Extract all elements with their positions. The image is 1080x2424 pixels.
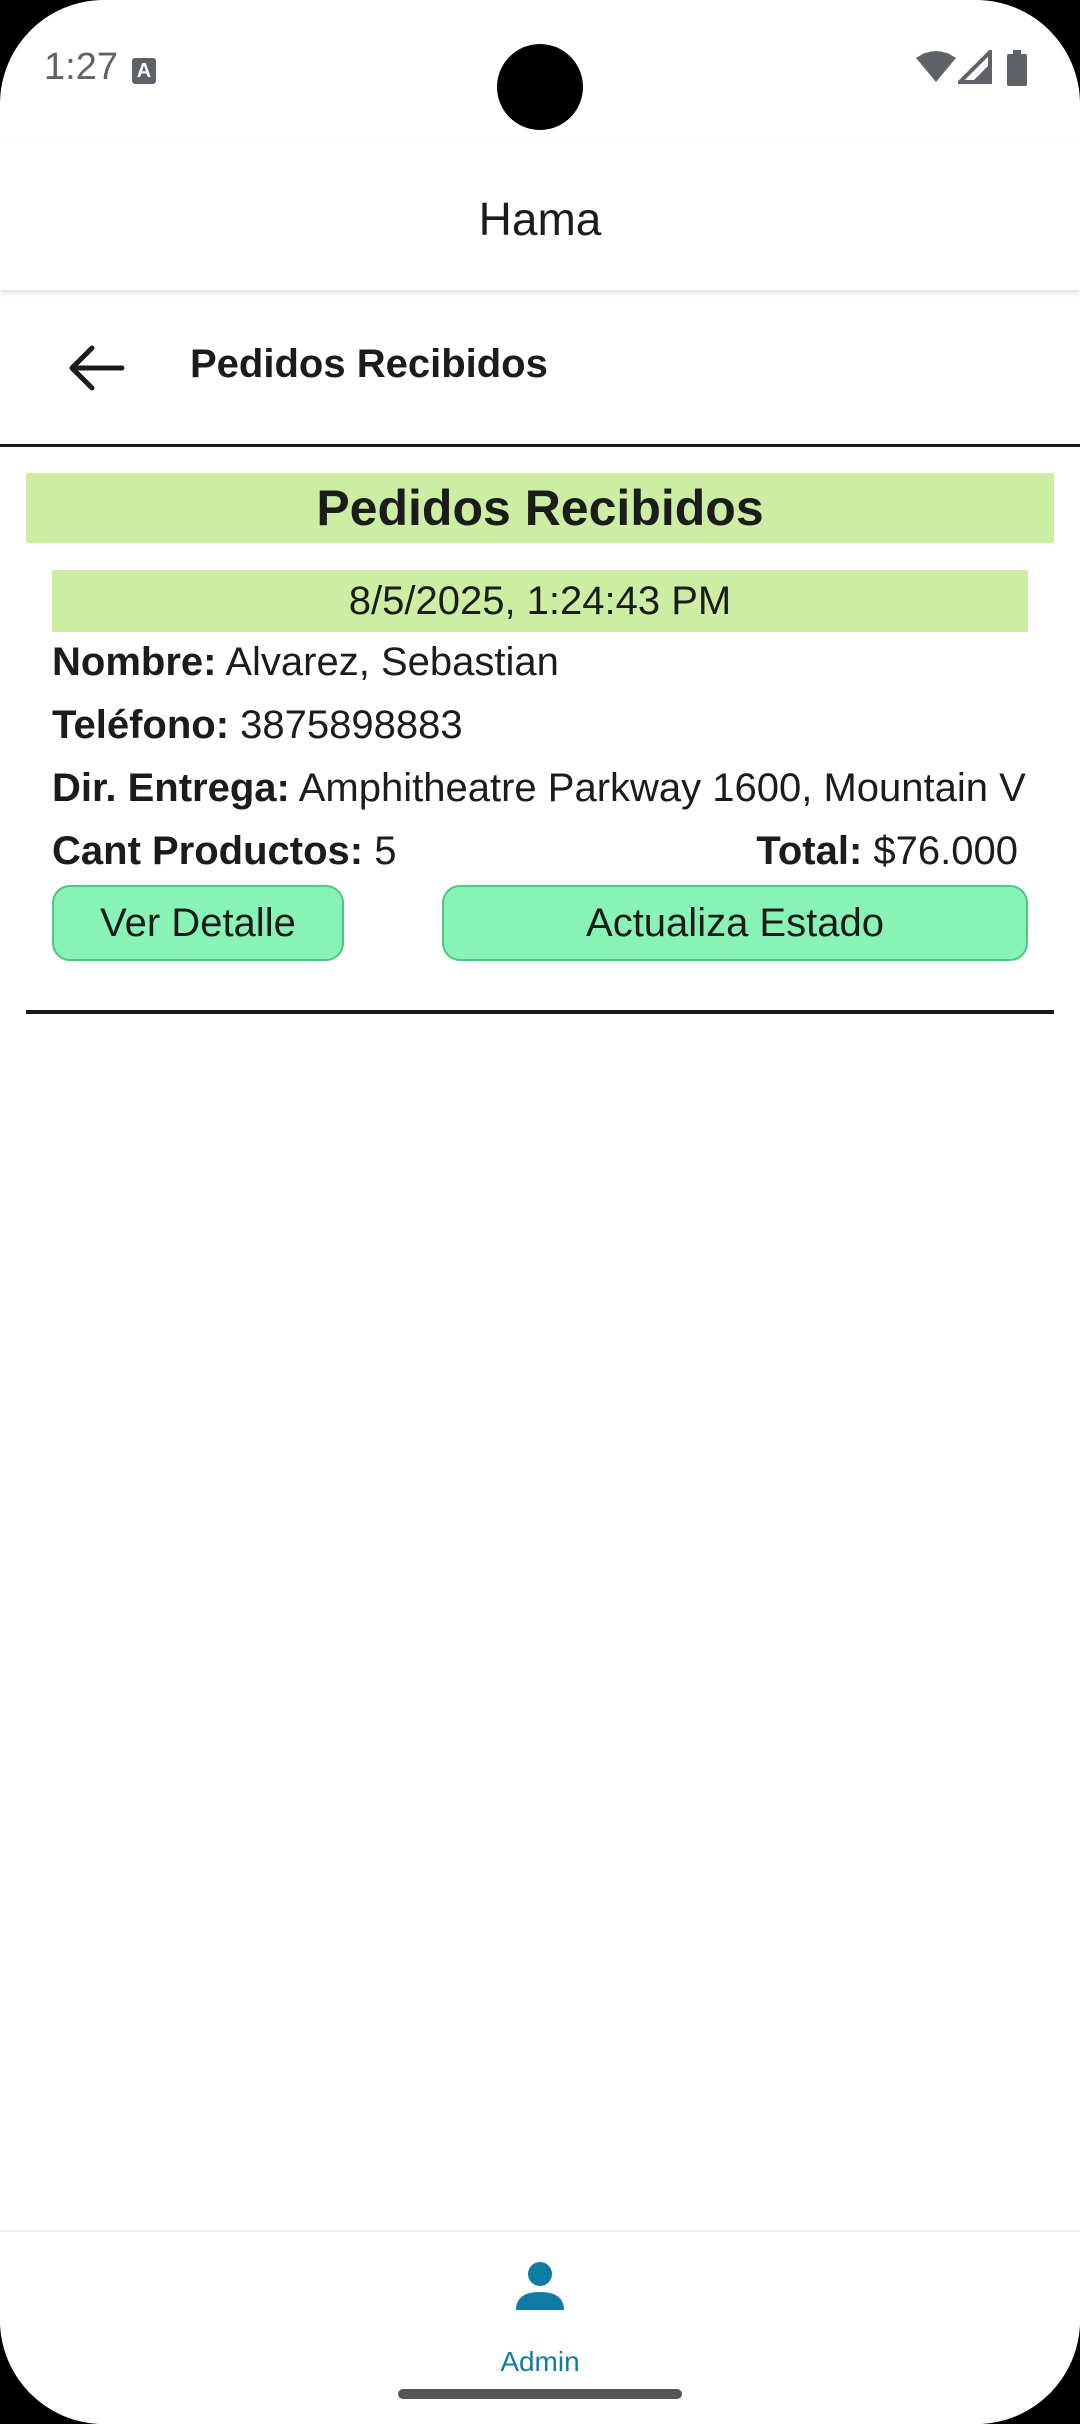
page-header: Pedidos Recibidos [0,292,1080,447]
page-title: Pedidos Recibidos [190,342,548,386]
nav-item-admin-label: Admin [500,2346,580,2377]
status-bar: 1:27 A [0,0,1080,140]
section-title: Pedidos Recibidos [26,473,1054,543]
cant-value: 5 [374,829,397,873]
direccion-value: Amphitheatre Parkway 1600, Mountain V [298,766,1026,810]
person-icon [516,2262,564,2310]
direccion-label: Dir. Entrega: [52,766,290,810]
back-button[interactable] [56,336,132,400]
status-icons [916,50,1036,90]
nombre-label: Nombre: [52,640,217,684]
cant-label: Cant Productos: [52,829,364,873]
nombre-value: Alvarez, Sebastian [225,640,559,684]
telefono-value: 3875898883 [240,703,463,747]
nav-item-admin[interactable]: Admin [470,2254,610,2377]
status-time: 1:27 [44,46,118,88]
telefono-label: Teléfono: [52,703,230,747]
total-label: Total: [756,829,863,873]
order-divider [26,1010,1054,1014]
camera-cutout [497,44,583,130]
signal-icon [958,50,992,84]
order-total: Total: $76.000 [756,829,1018,874]
actualiza-estado-button[interactable]: Actualiza Estado [442,885,1028,961]
app-title-bar: Hama [0,140,1080,290]
order-date: 8/5/2025, 1:24:43 PM [52,570,1028,632]
ver-detalle-button[interactable]: Ver Detalle [52,885,344,961]
order-direccion: Dir. Entrega: Amphitheatre Parkway 1600,… [52,766,1080,811]
wifi-icon [916,51,956,82]
battery-icon [1007,50,1027,86]
app-screen: 1:27 A Hama Pedidos Recibidos Pedidos Re… [0,0,1080,2424]
order-telefono: Teléfono: 3875898883 [52,703,463,748]
app-title: Hama [478,193,602,245]
home-indicator[interactable] [398,2389,682,2399]
order-cant-productos: Cant Productos: 5 [52,829,397,874]
total-value: $76.000 [873,829,1018,873]
arrow-back-icon [69,345,125,391]
keyboard-a-icon: A [132,58,156,84]
order-nombre: Nombre: Alvarez, Sebastian [52,640,559,685]
